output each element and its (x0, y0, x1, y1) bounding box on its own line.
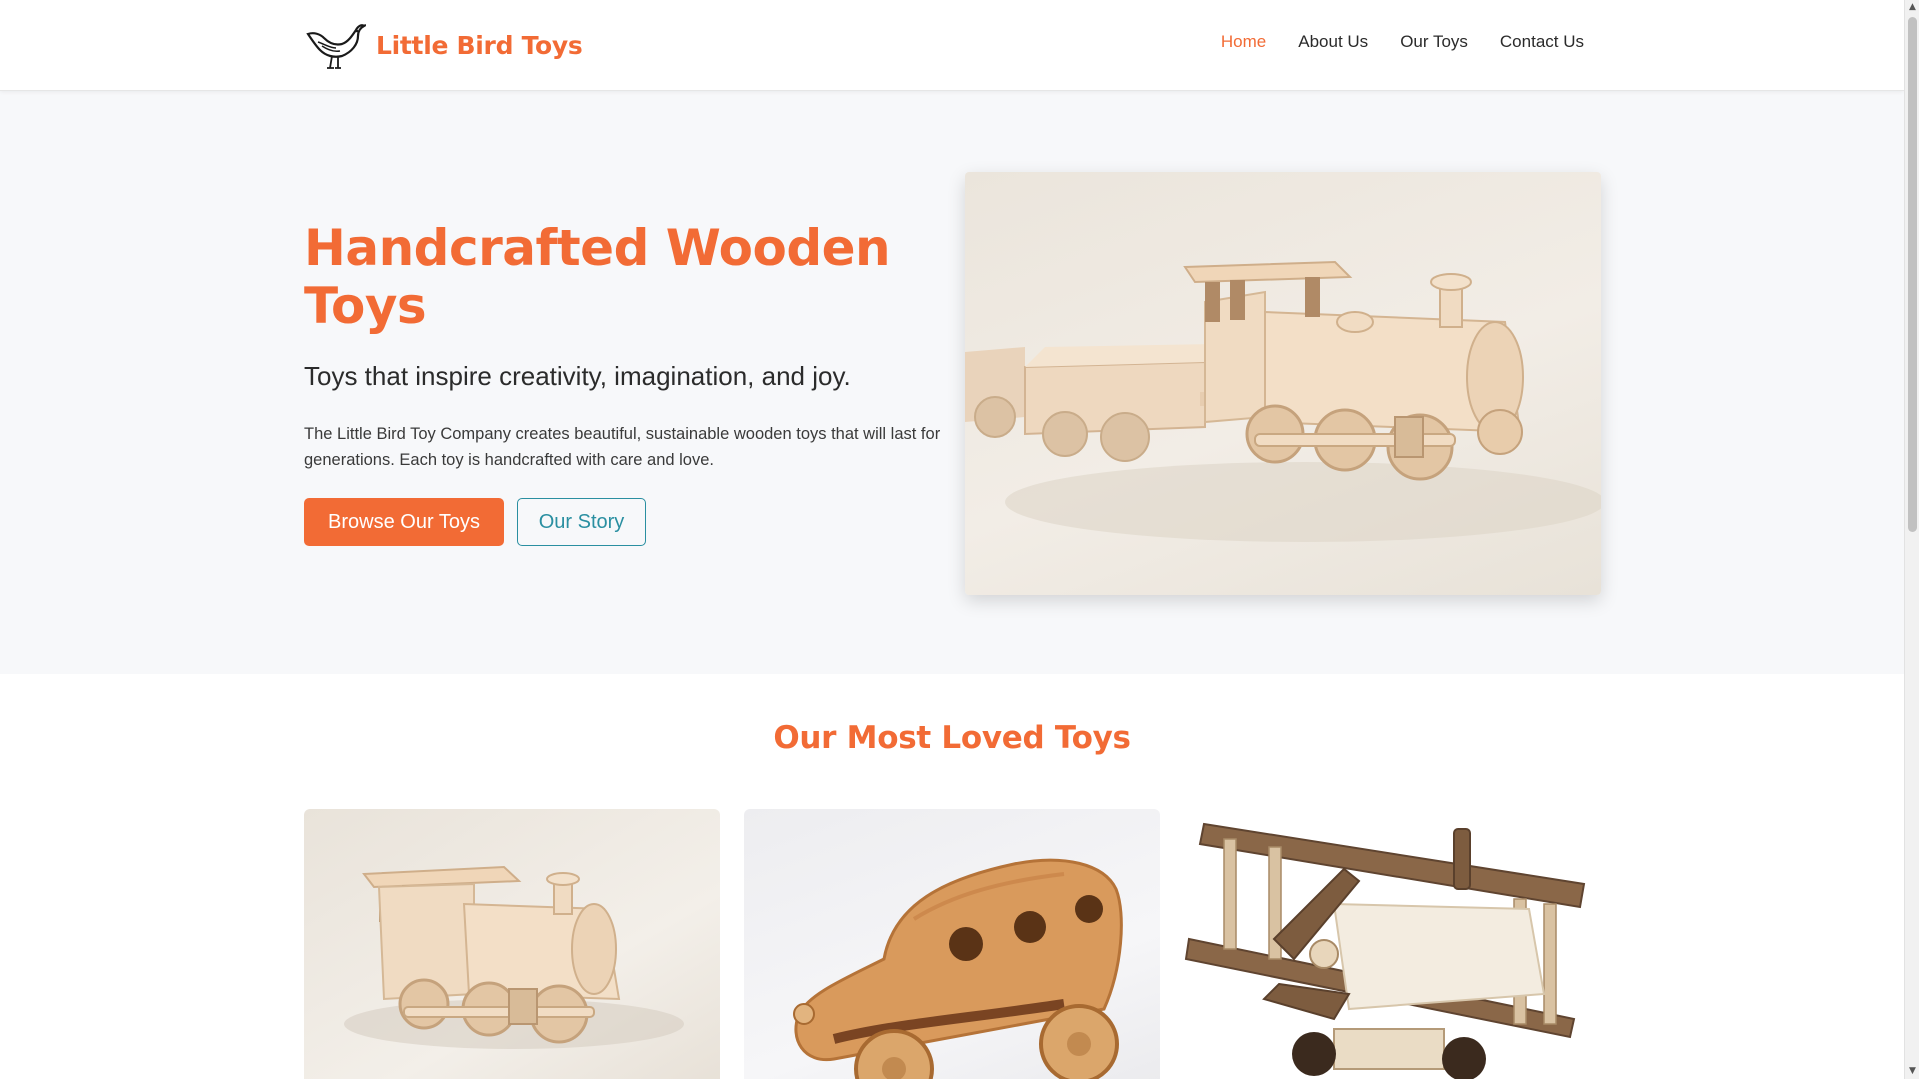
hero-section: Handcrafted Wooden Toys Toys that inspir… (0, 91, 1904, 674)
bird-icon (306, 23, 366, 69)
brand-link[interactable]: Little Bird Toys (304, 18, 583, 73)
our-story-button[interactable]: Our Story (517, 498, 646, 546)
scroll-down-arrow-icon[interactable]: ▼ (1905, 1064, 1919, 1079)
biplane-illustration (1184, 822, 1586, 1079)
hero-description: The Little Bird Toy Company creates beau… (304, 425, 941, 469)
nav-about-us[interactable]: About Us (1298, 32, 1368, 52)
site-header: Little Bird Toys Home About Us Our Toys … (0, 0, 1904, 91)
page-scrollbar[interactable]: ▲ ▼ (1904, 0, 1919, 1079)
nav-contact-us[interactable]: Contact Us (1500, 32, 1584, 52)
locomotive-illustration (344, 865, 684, 1049)
hero-train-image (965, 172, 1601, 595)
scrollbar-thumb[interactable] (1908, 17, 1917, 532)
scroll-up-arrow-icon[interactable]: ▲ (1905, 0, 1919, 15)
featured-card-car[interactable] (744, 809, 1160, 1079)
page-viewport: Little Bird Toys Home About Us Our Toys … (0, 0, 1904, 1079)
main-nav: Home About Us Our Toys Contact Us (1221, 32, 1584, 52)
car-illustration (793, 858, 1123, 1079)
brand-name: Little Bird Toys (376, 31, 583, 60)
featured-section-title: Our Most Loved Toys (773, 720, 1131, 756)
train-illustration (965, 260, 1601, 542)
hero-subtitle: Toys that inspire creativity, imaginatio… (304, 361, 851, 391)
nav-our-toys[interactable]: Our Toys (1400, 32, 1468, 52)
featured-card-biplane[interactable] (1184, 809, 1600, 1079)
nav-home[interactable]: Home (1221, 32, 1266, 52)
browse-toys-button[interactable]: Browse Our Toys (304, 498, 504, 546)
hero-title: Handcrafted Wooden Toys (304, 219, 891, 335)
featured-card-locomotive[interactable] (304, 809, 720, 1079)
